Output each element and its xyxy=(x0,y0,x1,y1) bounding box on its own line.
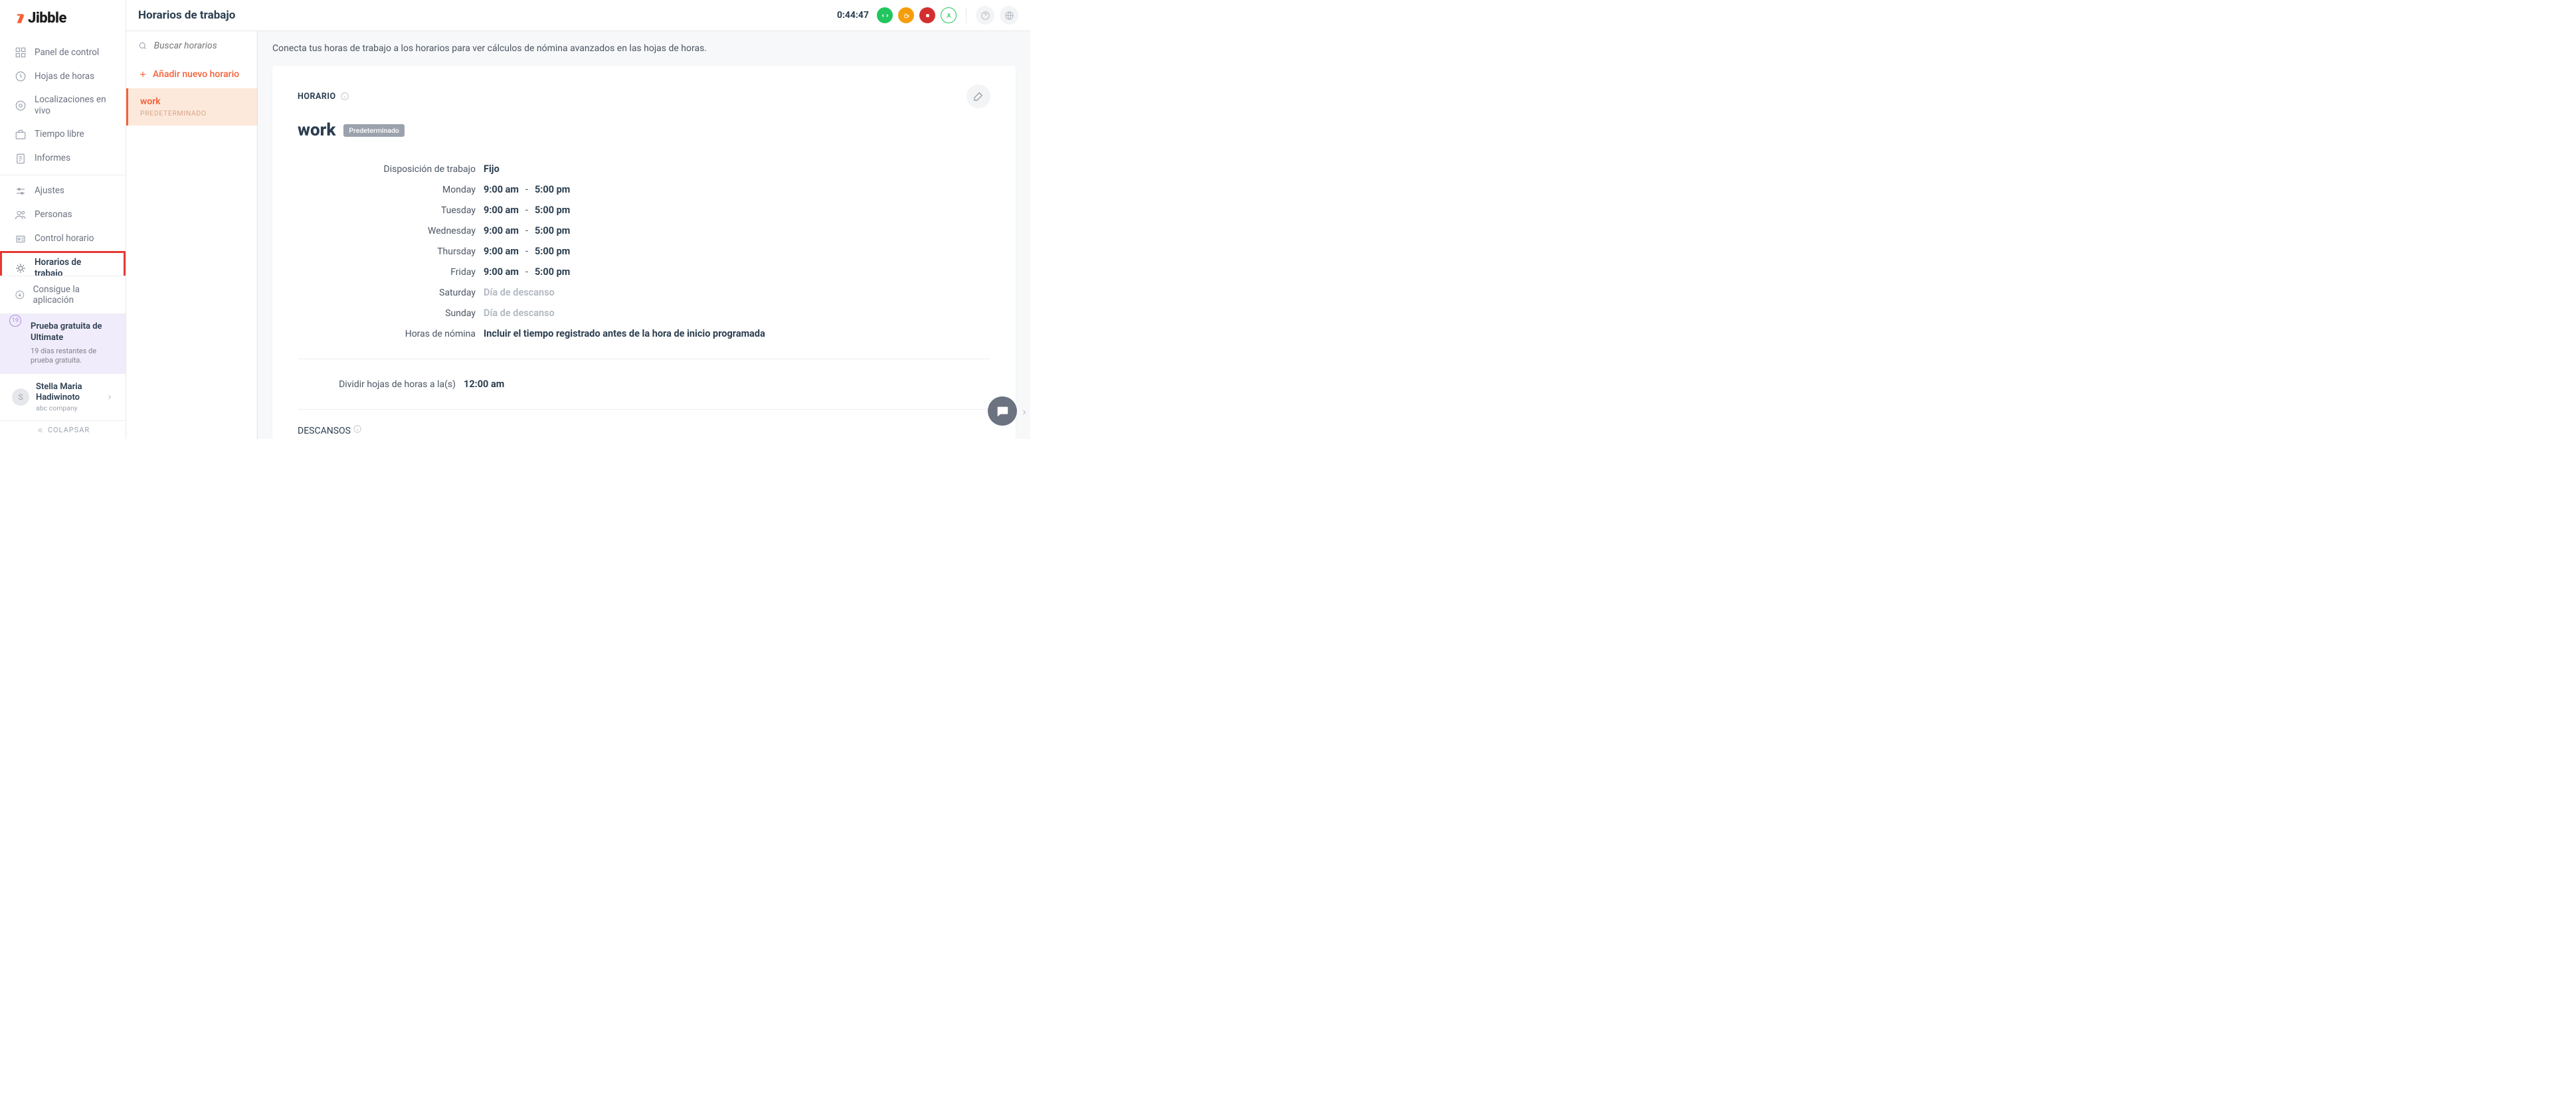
clock-icon xyxy=(15,70,27,82)
report-icon xyxy=(15,153,27,165)
day-row: Tuesday9:00 am-5:00 pm xyxy=(298,200,990,220)
collapse-button[interactable]: COLAPSAR xyxy=(0,420,126,439)
stop-icon xyxy=(924,12,931,19)
plus-icon xyxy=(138,70,147,79)
header-bar: Horarios de trabajo 0:44:47 xyxy=(126,0,1030,31)
section-label: HORARIO xyxy=(298,92,349,102)
chat-fab[interactable] xyxy=(988,396,1017,426)
day-row: Wednesday9:00 am-5:00 pm xyxy=(298,220,990,241)
search-box[interactable] xyxy=(126,31,257,60)
trial-title: Prueba gratuita de Ultimate xyxy=(31,321,114,344)
action-green[interactable] xyxy=(877,7,893,23)
split-row: Dividir hojas de horas a la(s) 12:00 am xyxy=(298,374,990,394)
chevron-right-icon xyxy=(1020,408,1028,416)
chevron-right-icon xyxy=(106,393,114,401)
trial-banner[interactable]: 19 Prueba gratuita de Ultimate 19 días r… xyxy=(0,313,126,373)
chat-icon xyxy=(995,404,1010,418)
arrangement-row: Disposición de trabajo Fijo xyxy=(298,159,990,179)
sidebar: Jibble Panel de control Hojas de horas L… xyxy=(0,0,126,439)
grid-icon xyxy=(15,46,27,58)
carousel-next[interactable] xyxy=(1018,398,1030,427)
download-icon xyxy=(15,289,25,301)
schedule-item-work[interactable]: work PREDETERMINADO xyxy=(126,88,257,126)
search-input[interactable] xyxy=(154,41,245,51)
briefcase-icon xyxy=(15,129,27,141)
add-schedule-button[interactable]: Añadir nuevo horario xyxy=(126,60,257,88)
trial-remaining: 19 días restantes de prueba gratuita. xyxy=(31,347,114,366)
company-name: abc company xyxy=(36,404,99,412)
help-icon xyxy=(980,11,990,21)
page-description: Conecta tus horas de trabajo a los horar… xyxy=(272,31,1016,66)
profile-button[interactable] xyxy=(1000,6,1018,25)
schedule-icon xyxy=(15,262,27,274)
timer-display: 0:44:47 xyxy=(837,10,869,21)
nav-personas[interactable]: Personas xyxy=(0,203,126,227)
pencil-icon xyxy=(973,91,984,102)
edit-button[interactable] xyxy=(966,84,990,108)
rest-day-row: SundayDía de descanso xyxy=(298,303,990,323)
page-title: Horarios de trabajo xyxy=(138,9,235,22)
nav-ajustes[interactable]: Ajustes xyxy=(0,179,126,203)
detail-pane: Conecta tus horas de trabajo a los horar… xyxy=(258,31,1030,439)
default-pill: Predeterminado xyxy=(343,124,405,137)
day-row: Monday9:00 am-5:00 pm xyxy=(298,179,990,200)
nav-control-horario[interactable]: Control horario xyxy=(0,227,126,251)
swap-icon xyxy=(881,12,889,19)
info-icon[interactable] xyxy=(340,92,349,101)
user-name: Stella Maria Hadiwinoto xyxy=(36,382,99,404)
nav-localizaciones-vivo[interactable]: Localizaciones en vivo xyxy=(0,88,126,123)
globe-icon xyxy=(1004,11,1014,21)
breaks-label: DESCANSOS xyxy=(298,424,990,436)
brand-text: Jibble xyxy=(28,10,66,27)
location-live-icon xyxy=(15,100,27,112)
day-row: Friday9:00 am-5:00 pm xyxy=(298,262,990,282)
collapse-icon xyxy=(36,426,44,434)
action-amber[interactable] xyxy=(898,7,914,23)
people-icon xyxy=(15,209,27,221)
nav-horarios-trabajo[interactable]: Horarios de trabajo xyxy=(0,251,126,276)
action-user[interactable] xyxy=(941,7,957,23)
id-icon xyxy=(15,233,27,245)
user-menu[interactable]: S Stella Maria Hadiwinoto abc company xyxy=(0,373,126,421)
schedule-list-panel: Añadir nuevo horario work PREDETERMINADO xyxy=(126,31,258,439)
day-row: Thursday9:00 am-5:00 pm xyxy=(298,241,990,262)
get-app-button[interactable]: Consigue la aplicación xyxy=(0,276,126,313)
action-red-stop[interactable] xyxy=(919,7,935,23)
trial-days-badge: 19 xyxy=(9,315,21,327)
user-outline-icon xyxy=(945,12,953,19)
schedule-item-name: work xyxy=(140,96,245,107)
sliders-icon xyxy=(15,185,27,197)
logo-icon xyxy=(15,13,27,25)
nav-tiempo-libre[interactable]: Tiempo libre xyxy=(0,123,126,147)
brand-logo[interactable]: Jibble xyxy=(0,0,126,37)
avatar: S xyxy=(12,388,29,406)
rest-day-row: SaturdayDía de descanso xyxy=(298,282,990,303)
search-icon xyxy=(138,41,147,51)
payroll-row: Horas de nómina Incluir el tiempo regist… xyxy=(298,323,990,344)
schedule-name: work xyxy=(298,120,335,140)
nav-informes[interactable]: Informes xyxy=(0,147,126,171)
info-icon[interactable] xyxy=(353,424,362,434)
help-button[interactable] xyxy=(976,6,994,25)
schedule-item-default: PREDETERMINADO xyxy=(140,109,245,118)
coffee-icon xyxy=(903,12,910,19)
nav-panel-control[interactable]: Panel de control xyxy=(0,41,126,64)
nav-hojas-horas[interactable]: Hojas de horas xyxy=(0,64,126,88)
